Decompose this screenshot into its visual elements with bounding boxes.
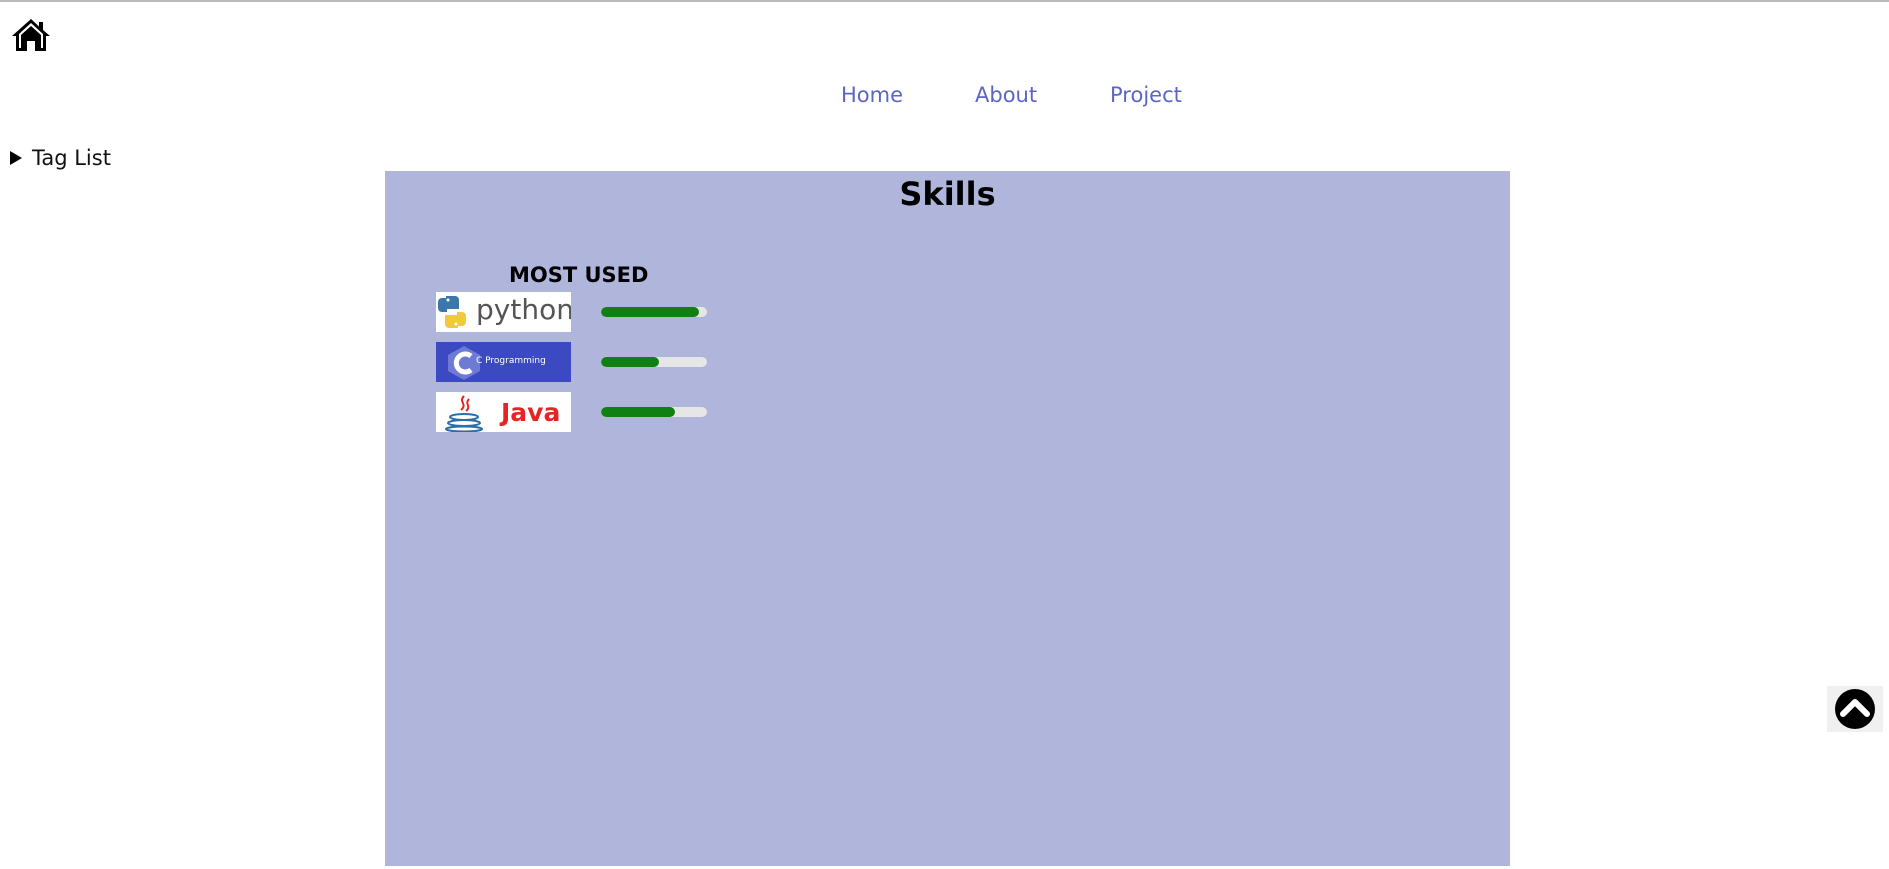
skill-row-java: Java bbox=[436, 392, 736, 432]
nav-link-home[interactable]: Home bbox=[841, 83, 903, 107]
triangle-right-icon bbox=[10, 151, 22, 165]
scroll-top-button[interactable] bbox=[1827, 686, 1883, 732]
c-programming-logo: C Programming bbox=[436, 342, 571, 382]
python-logo: python bbox=[436, 292, 571, 332]
main-nav: Home About Project bbox=[0, 83, 1889, 113]
skill-bar-c bbox=[601, 357, 707, 367]
skill-bar-fill bbox=[601, 357, 660, 367]
c-programming-logo-text: C Programming bbox=[476, 356, 546, 366]
skill-bar-java bbox=[601, 407, 707, 417]
nav-link-about[interactable]: About bbox=[975, 83, 1037, 107]
skills-panel: Skills MOST USED python C Programming Ja… bbox=[385, 171, 1510, 869]
python-logo-text: python bbox=[476, 293, 571, 326]
taglist-label: Tag List bbox=[32, 146, 111, 170]
java-logo-text: Java bbox=[501, 398, 561, 427]
most-used-heading: MOST USED bbox=[509, 263, 649, 287]
home-icon[interactable] bbox=[10, 17, 52, 53]
java-logo: Java bbox=[436, 392, 571, 432]
skill-row-c: C Programming bbox=[436, 342, 736, 382]
taglist-toggle[interactable]: Tag List bbox=[10, 146, 111, 170]
chevron-up-circle-icon bbox=[1835, 689, 1875, 729]
skill-bar-fill bbox=[601, 407, 676, 417]
top-border bbox=[0, 0, 1889, 2]
skill-bar-fill bbox=[601, 307, 699, 317]
nav-link-project[interactable]: Project bbox=[1110, 83, 1182, 107]
skill-row-python: python bbox=[436, 292, 736, 332]
skill-bar-python bbox=[601, 307, 707, 317]
skills-title: Skills bbox=[899, 175, 996, 213]
